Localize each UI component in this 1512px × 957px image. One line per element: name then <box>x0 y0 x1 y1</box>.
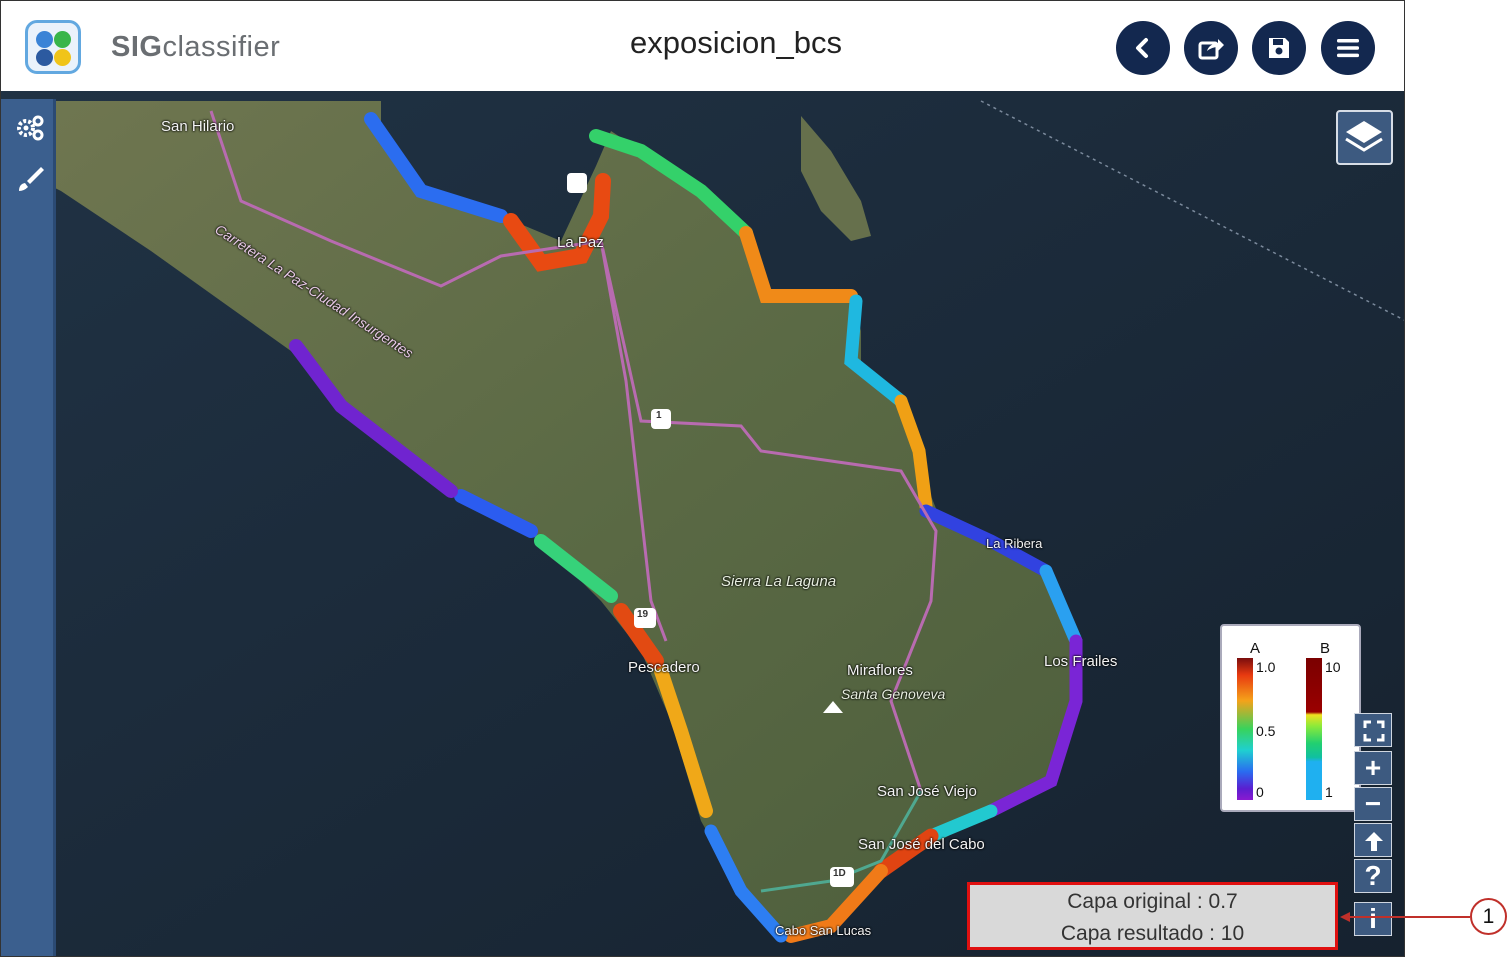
legend-tick: 0 <box>1256 784 1264 800</box>
place-label: San José Viejo <box>877 783 977 800</box>
highway-shield: 1 <box>656 410 662 421</box>
legend-tick: 1 <box>1325 784 1333 800</box>
app-header: SIGclassifier exposicion_bcs <box>1 1 1404 91</box>
info-panel: Capa original : 0.7 Capa resultado : 10 <box>967 882 1338 950</box>
place-label: San José del Cabo <box>858 836 985 853</box>
export-icon <box>1198 39 1224 60</box>
save-icon <box>1269 38 1289 58</box>
place-label: Miraflores <box>847 662 913 679</box>
place-label: Santa Genoveva <box>841 686 946 702</box>
fullscreen-icon <box>1363 720 1385 742</box>
legend-title-a: A <box>1250 640 1261 657</box>
legend-tick: 1.0 <box>1256 659 1276 675</box>
reset-view-button[interactable] <box>1354 823 1392 857</box>
paint-brush-icon <box>19 167 44 191</box>
place-label: Los Frailes <box>1044 653 1118 670</box>
legend-tick: 10 <box>1325 659 1341 675</box>
legend-bar-a <box>1237 658 1253 800</box>
place-label: Sierra La Laguna <box>721 573 837 590</box>
settings-button[interactable] <box>13 111 47 145</box>
up-arrow-icon <box>1365 832 1383 851</box>
place-label: La Ribera <box>986 536 1043 551</box>
legend-bar-b <box>1306 658 1322 800</box>
menu-icon <box>1337 39 1359 58</box>
place-label: San Hilario <box>161 118 235 135</box>
place-label: Cabo San Lucas <box>775 923 872 938</box>
color-legend: A B 1.0 0.5 0 10 1 <box>1220 624 1361 812</box>
style-button[interactable] <box>13 163 47 197</box>
save-button[interactable] <box>1252 21 1306 75</box>
zoom-in-button[interactable]: + <box>1354 751 1392 785</box>
layers-button[interactable] <box>1336 110 1393 165</box>
info-button[interactable]: i <box>1354 902 1392 936</box>
back-button[interactable] <box>1116 21 1170 75</box>
original-layer-value: Capa original : 0.7 <box>1067 890 1238 913</box>
annotation-number: 1 <box>1470 898 1507 935</box>
menu-button[interactable] <box>1321 21 1375 75</box>
map-view[interactable]: San Hilario Carretera La Paz-Ciudad Insu… <box>1 91 1404 956</box>
result-layer-value: Capa resultado : 10 <box>1060 922 1245 945</box>
fullscreen-button[interactable] <box>1354 713 1392 747</box>
place-label: La Paz <box>557 234 604 251</box>
place-label: Pescadero <box>628 659 700 676</box>
settings-gears-icon <box>17 115 44 141</box>
zoom-out-button[interactable]: − <box>1354 787 1392 821</box>
highway-shield: 1D <box>833 868 846 879</box>
layers-icon <box>1345 121 1383 152</box>
export-button[interactable] <box>1184 21 1238 75</box>
back-icon <box>1136 38 1148 58</box>
left-toolbar <box>1 99 56 956</box>
app-window: SIGclassifier exposicion_bcs San Hilario… <box>0 0 1405 957</box>
legend-tick: 0.5 <box>1256 723 1276 739</box>
legend-title-b: B <box>1320 640 1331 657</box>
satellite-map <box>1 91 1404 956</box>
help-button[interactable]: ? <box>1354 859 1392 893</box>
highway-shield: 19 <box>637 609 649 620</box>
